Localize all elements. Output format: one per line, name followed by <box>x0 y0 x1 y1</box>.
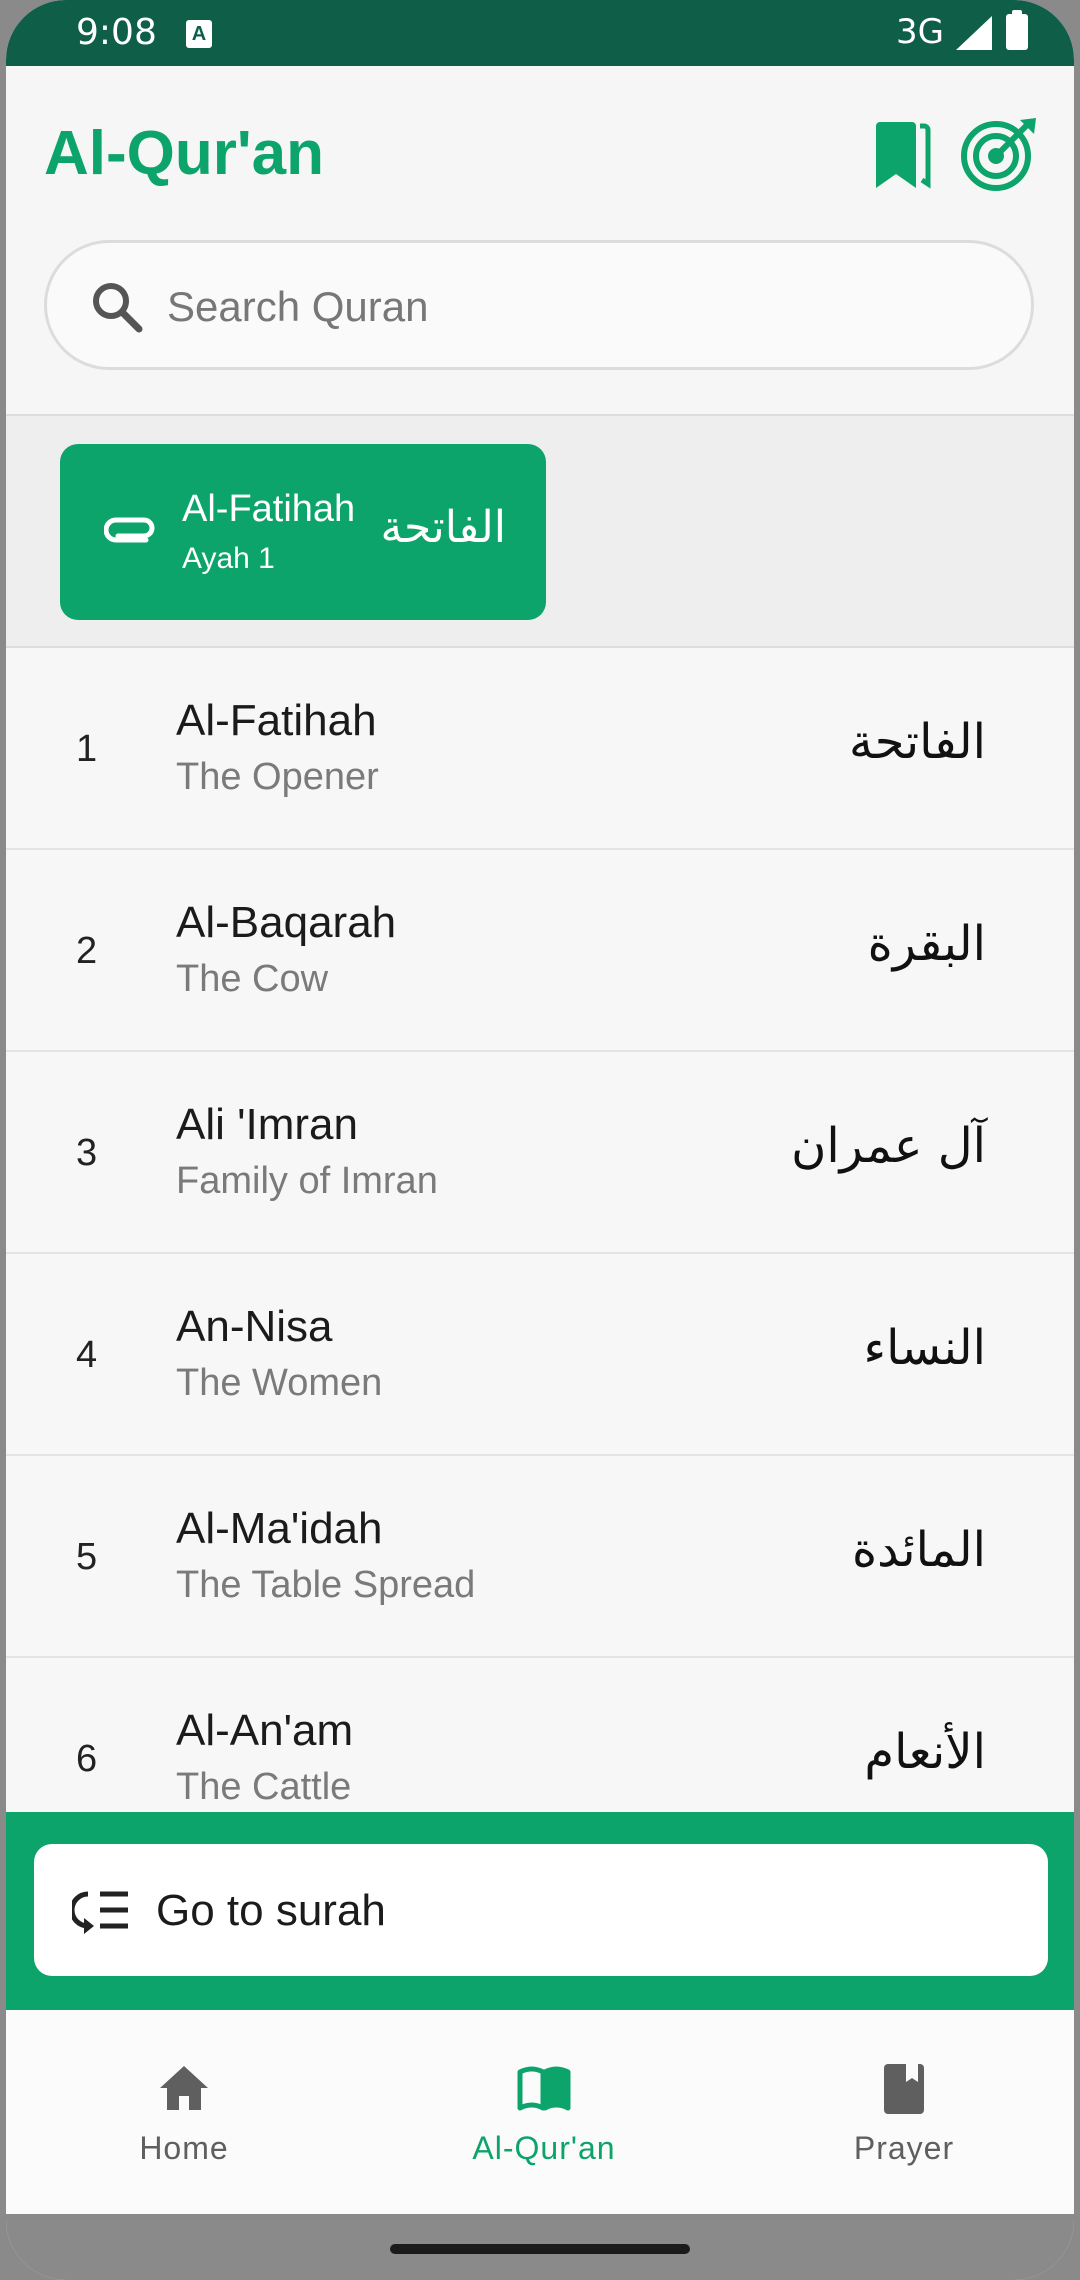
bookmark-icon[interactable] <box>868 118 932 190</box>
app-screen: 9:08 A 3G Al-Qur'an Al-Fatihah Ayah 1 <box>6 0 1074 2280</box>
surah-number: 2 <box>76 930 98 972</box>
surah-arabic: المائدة <box>851 1522 986 1578</box>
status-time: 9:08 <box>76 12 157 53</box>
list-item[interactable]: 1 Al-Fatihah The Opener الفاتحة <box>6 648 1074 850</box>
device-frame: 9:08 A 3G Al-Qur'an Al-Fatihah Ayah 1 <box>0 0 1080 2280</box>
nav-prayer-label: Prayer <box>853 2130 955 2166</box>
notification-a-icon: A <box>186 20 212 48</box>
last-read-card[interactable]: Al-Fatihah Ayah 1 الفاتحة <box>60 444 546 620</box>
surah-number: 3 <box>76 1132 98 1174</box>
list-item[interactable]: 4 An-Nisa The Women النساء <box>6 1254 1074 1456</box>
surah-list[interactable]: 1 Al-Fatihah The Opener الفاتحة 2 Al-Baq… <box>6 648 1074 1812</box>
surah-translation: The Table Spread <box>176 1564 476 1606</box>
last-read-surah-name: Al-Fatihah <box>182 488 356 530</box>
surah-translation: The Cattle <box>176 1766 352 1808</box>
surah-translation: The Cow <box>176 958 329 1000</box>
goto-surah-label: Go to surah <box>156 1886 386 1935</box>
gesture-bar <box>6 2214 1074 2280</box>
nav-quran-label: Al-Qur'an <box>472 2130 616 2166</box>
goto-surah-bar: Go to surah <box>6 1812 1074 2010</box>
nav-prayer[interactable]: Prayer <box>754 2060 1054 2190</box>
search-icon <box>93 283 143 333</box>
surah-name: Al-An'am <box>176 1706 354 1755</box>
surah-name: An-Nisa <box>176 1302 333 1351</box>
search-input[interactable] <box>167 267 987 347</box>
surah-name: Ali 'Imran <box>176 1100 358 1149</box>
open-book-icon <box>517 2066 571 2111</box>
home-indicator[interactable] <box>390 2244 690 2254</box>
paperclip-icon <box>104 517 155 543</box>
nav-home-label: Home <box>139 2130 229 2166</box>
nav-quran[interactable]: Al-Qur'an <box>394 2060 694 2190</box>
surah-translation: The Women <box>176 1362 383 1404</box>
surah-arabic: النساء <box>863 1320 986 1376</box>
nav-home[interactable]: Home <box>34 2060 334 2190</box>
surah-name: Al-Ma'idah <box>176 1504 383 1553</box>
goto-list-icon <box>72 1891 128 1934</box>
surah-number: 1 <box>76 728 98 770</box>
target-icon[interactable] <box>958 114 1040 192</box>
surah-name: Al-Fatihah <box>176 696 377 745</box>
prayer-book-icon <box>884 2064 924 2114</box>
surah-arabic: الأنعام <box>864 1724 986 1780</box>
status-bar: 9:08 A 3G <box>6 0 1074 66</box>
list-item[interactable]: 6 Al-An'am The Cattle الأنعام <box>6 1658 1074 1812</box>
list-item[interactable]: 5 Al-Ma'idah The Table Spread المائدة <box>6 1456 1074 1658</box>
home-icon <box>160 2066 208 2110</box>
list-item[interactable]: 2 Al-Baqarah The Cow البقرة <box>6 850 1074 1052</box>
surah-number: 6 <box>76 1738 98 1780</box>
surah-name: Al-Baqarah <box>176 898 397 947</box>
battery-icon <box>1006 10 1028 50</box>
last-read-ayah: Ayah 1 <box>182 542 275 575</box>
goto-surah-button[interactable]: Go to surah <box>34 1844 1048 1976</box>
surah-translation: Family of Imran <box>176 1160 438 1202</box>
bottom-navigation: Home Al-Qur'an Prayer <box>6 2010 1074 2214</box>
surah-number: 4 <box>76 1334 98 1376</box>
surah-number: 5 <box>76 1536 98 1578</box>
search-bar[interactable] <box>44 240 1034 370</box>
surah-arabic: آل عمران <box>791 1118 986 1174</box>
last-read-section: Al-Fatihah Ayah 1 الفاتحة <box>6 414 1074 648</box>
last-read-arabic: الفاتحة <box>380 502 506 553</box>
signal-icon <box>956 16 992 50</box>
list-item[interactable]: 3 Ali 'Imran Family of Imran آل عمران <box>6 1052 1074 1254</box>
surah-arabic: الفاتحة <box>849 714 986 770</box>
page-title: Al-Qur'an <box>44 119 324 188</box>
surah-arabic: البقرة <box>867 916 986 972</box>
network-type: 3G <box>896 12 944 52</box>
surah-translation: The Opener <box>176 756 379 798</box>
